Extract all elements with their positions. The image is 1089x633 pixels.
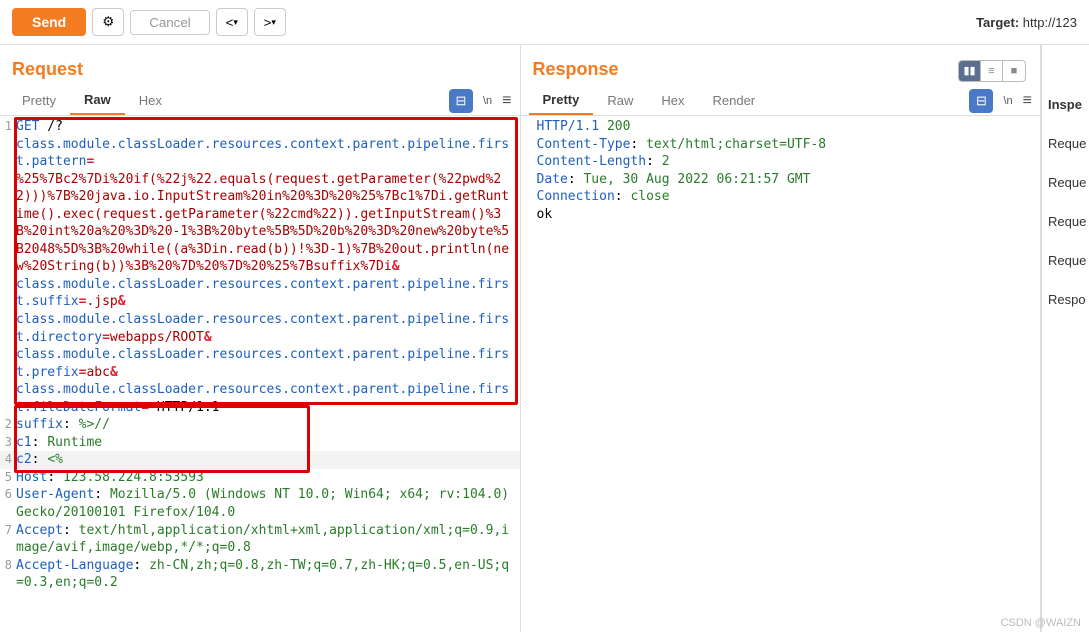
response-panel: Response ▮▮ ≡ ■ Pretty Raw Hex Render ⊟ … <box>521 45 1042 632</box>
code-line: 3c1: Runtime <box>0 434 520 452</box>
request-panel: Request Pretty Raw Hex ⊟ \n ≡ 1GET /?cla… <box>0 45 521 632</box>
cancel-button[interactable]: Cancel <box>130 10 210 35</box>
code-line: 5Host: 123.58.224.8:53593 <box>0 469 520 487</box>
code-line: 2suffix: %>// <box>0 416 520 434</box>
wrap-button-res[interactable]: ⊟ <box>969 89 993 113</box>
inspector-sidebar: Inspe Reque Reque Reque Reque Respo <box>1041 45 1089 632</box>
view-toggle[interactable]: ▮▮ ≡ ■ <box>958 60 1026 82</box>
prev-button[interactable]: <▾ <box>216 8 248 36</box>
code-line: Date: Tue, 30 Aug 2022 06:21:57 GMT <box>521 171 1041 189</box>
code-line: class.module.classLoader.resources.conte… <box>0 136 520 171</box>
code-line: HTTP/1.1 200 <box>521 118 1041 136</box>
code-line: Connection: close <box>521 188 1041 206</box>
tab-pretty-res[interactable]: Pretty <box>529 86 594 115</box>
sidebar-item[interactable]: Reque <box>1042 241 1089 280</box>
toolbar: Send ⚙ Cancel <▾ >▾ Target: http://123 <box>0 0 1089 45</box>
response-tabs: Pretty Raw Hex Render ⊟ \n ≡ <box>521 86 1041 116</box>
tab-raw[interactable]: Raw <box>70 86 125 115</box>
wrap-icon: ⊟ <box>456 93 467 109</box>
code-line: class.module.classLoader.resources.conte… <box>0 311 520 346</box>
wrap-button[interactable]: ⊟ <box>449 89 473 113</box>
hamburger-icon[interactable]: ≡ <box>502 92 511 110</box>
tab-hex-res[interactable]: Hex <box>647 87 698 114</box>
split-view-icon[interactable]: ▮▮ <box>959 61 981 81</box>
tab-pretty[interactable]: Pretty <box>8 87 70 114</box>
code-line: Content-Length: 2 <box>521 153 1041 171</box>
code-line: %25%7Bc2%7Di%20if(%22j%22.equals(request… <box>0 171 520 276</box>
sidebar-item[interactable]: Respo <box>1042 280 1089 319</box>
settings-button[interactable]: ⚙ <box>92 8 124 36</box>
sidebar-item[interactable]: Reque <box>1042 124 1089 163</box>
code-line: ok <box>521 206 1041 224</box>
request-tabs: Pretty Raw Hex ⊟ \n ≡ <box>0 86 520 116</box>
sidebar-item[interactable]: Inspe <box>1042 85 1089 124</box>
sidebar-item[interactable]: Reque <box>1042 202 1089 241</box>
code-line: Content-Type: text/html;charset=UTF-8 <box>521 136 1041 154</box>
gear-icon: ⚙ <box>102 14 114 30</box>
request-title: Request <box>0 45 520 86</box>
code-line: class.module.classLoader.resources.conte… <box>0 346 520 381</box>
send-button[interactable]: Send <box>12 8 86 36</box>
chevron-left-icon: < <box>226 15 234 30</box>
hamburger-icon-res[interactable]: ≡ <box>1023 92 1032 110</box>
main-split: Request Pretty Raw Hex ⊟ \n ≡ 1GET /?cla… <box>0 45 1089 632</box>
sidebar-item[interactable]: Reque <box>1042 163 1089 202</box>
code-line: class.module.classLoader.resources.conte… <box>0 276 520 311</box>
code-line: 6User-Agent: Mozilla/5.0 (Windows NT 10.… <box>0 486 520 521</box>
code-line: class.module.classLoader.resources.conte… <box>0 381 520 416</box>
next-button[interactable]: >▾ <box>254 8 286 36</box>
target-label: Target: http://123 <box>976 15 1077 30</box>
code-line: 4c2: <% <box>0 451 520 469</box>
watermark: CSDN @WAIZN <box>1001 617 1081 629</box>
horizontal-view-icon[interactable]: ≡ <box>981 61 1003 81</box>
code-line: 8Accept-Language: zh-CN,zh;q=0.8,zh-TW;q… <box>0 557 520 592</box>
chevron-right-icon: > <box>264 15 272 30</box>
single-view-icon[interactable]: ■ <box>1003 61 1025 81</box>
code-line: 1GET /? <box>0 118 520 136</box>
tab-hex[interactable]: Hex <box>125 87 176 114</box>
newline-label: \n <box>483 95 492 107</box>
tab-raw-res[interactable]: Raw <box>593 87 647 114</box>
request-code[interactable]: 1GET /?class.module.classLoader.resource… <box>0 116 520 632</box>
code-line: 7Accept: text/html,application/xhtml+xml… <box>0 522 520 557</box>
newline-label-res: \n <box>1003 95 1012 107</box>
wrap-icon: ⊟ <box>976 93 987 109</box>
tab-render-res[interactable]: Render <box>699 87 770 114</box>
response-code[interactable]: HTTP/1.1 200Content-Type: text/html;char… <box>521 116 1041 632</box>
response-title: Response <box>521 45 959 86</box>
